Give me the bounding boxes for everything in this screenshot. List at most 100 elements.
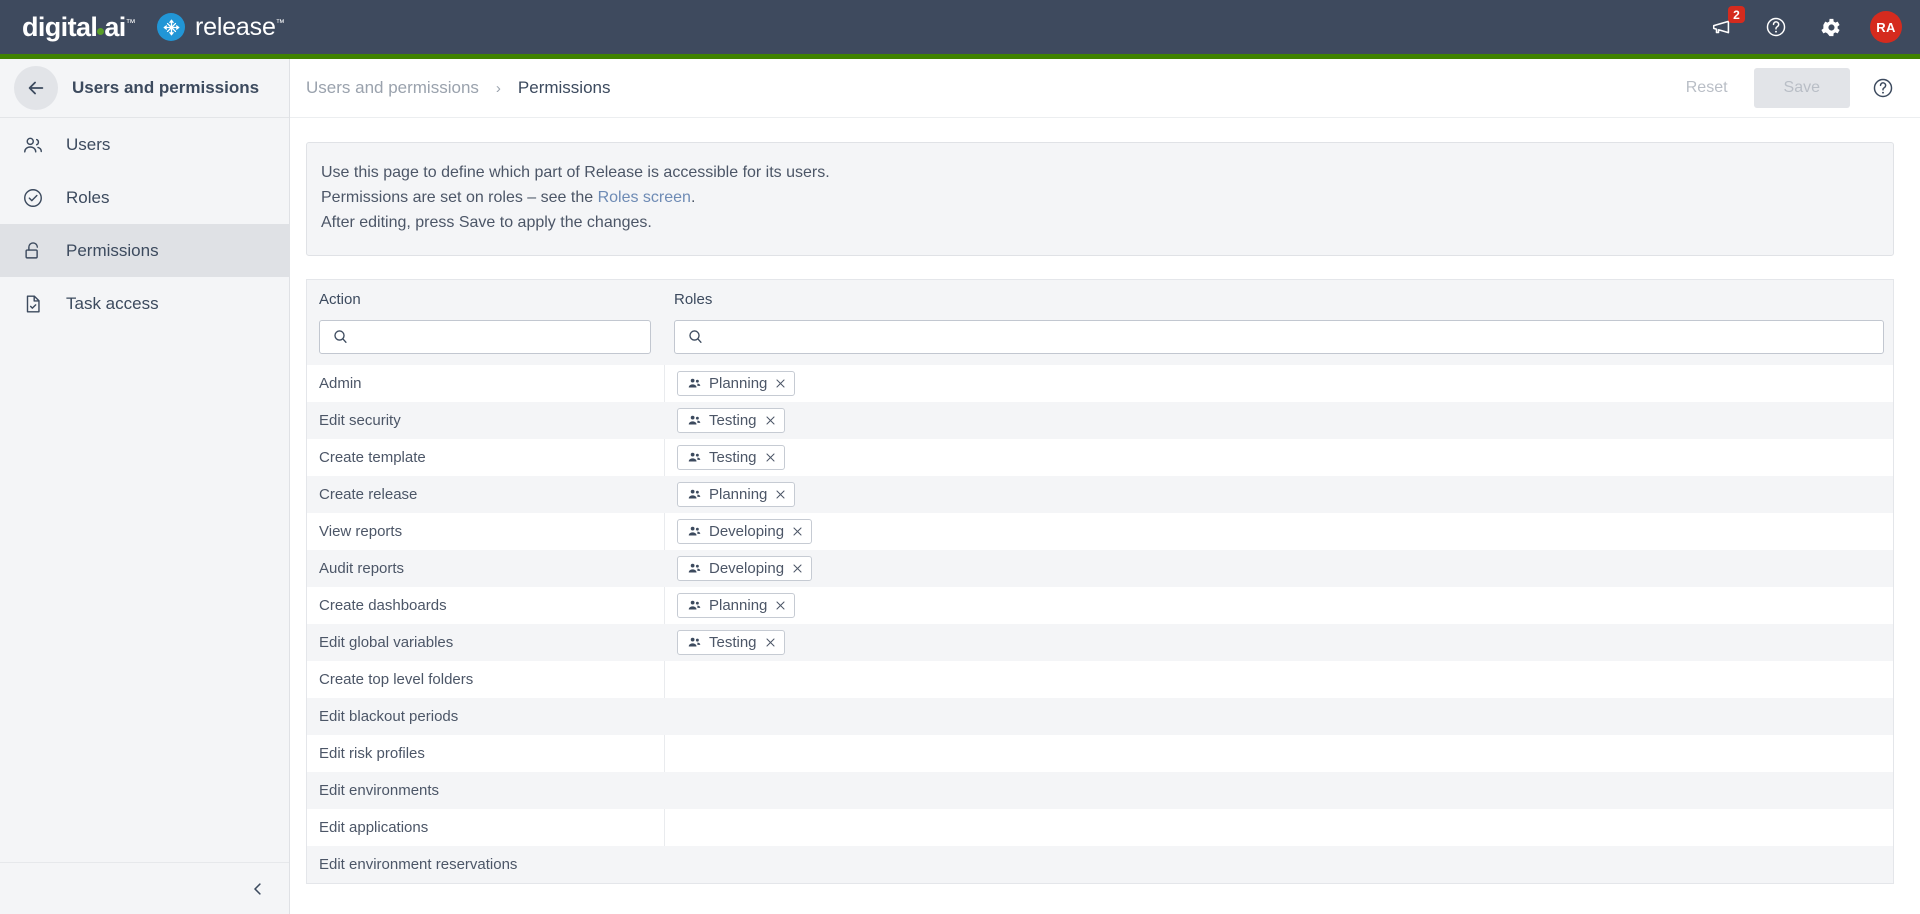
sidebar-collapse-button[interactable]	[0, 862, 289, 914]
brand-dot	[97, 27, 105, 35]
sidebar-item-roles[interactable]: Roles	[0, 171, 289, 224]
header-actions: Reset Save	[1664, 68, 1894, 108]
breadcrumb-separator-icon: ›	[495, 79, 501, 97]
role-chip: Testing	[677, 407, 785, 433]
sidebar-item-task-access[interactable]: Task access	[0, 277, 289, 330]
cell-roles[interactable]	[665, 772, 1893, 809]
brand-logo[interactable]: digital ai™ release™	[0, 12, 285, 43]
cell-roles[interactable]: Planning	[665, 587, 1893, 624]
table-row: Create template Testing	[307, 438, 1893, 476]
sidebar-item-permissions[interactable]: Permissions	[0, 224, 289, 277]
cell-roles[interactable]	[665, 846, 1893, 883]
cell-action: Admin	[307, 364, 665, 402]
group-icon	[687, 450, 702, 465]
role-chip-label: Developing	[709, 522, 785, 540]
role-chip: Planning	[677, 592, 796, 618]
filter-cell-roles	[665, 319, 1893, 354]
file-check-icon	[22, 293, 50, 315]
cell-action: Create template	[307, 438, 665, 476]
cell-roles[interactable]: Planning	[665, 365, 1893, 402]
group-icon	[687, 376, 702, 391]
save-button[interactable]: Save	[1753, 68, 1850, 108]
role-chip: Planning	[677, 481, 796, 507]
cell-roles[interactable]: Testing	[665, 402, 1893, 439]
close-icon[interactable]	[791, 562, 804, 575]
role-chip-label: Planning	[709, 596, 768, 614]
table-row: Create top level folders	[307, 660, 1893, 698]
table-row: View reports Developing	[307, 512, 1893, 550]
page-help-icon[interactable]	[1872, 77, 1894, 99]
navbar-actions: 2 RA	[1708, 6, 1920, 43]
page-header: Users and permissions › Permissions Rese…	[290, 59, 1920, 118]
breadcrumb-current: Permissions	[517, 78, 611, 97]
sidebar-title: Users and permissions	[72, 78, 260, 97]
action-search-input[interactable]	[319, 319, 651, 354]
close-icon[interactable]	[764, 451, 777, 464]
check-circle-icon	[22, 187, 50, 209]
chevron-left-icon	[249, 880, 267, 898]
filter-cell-action	[307, 319, 665, 354]
reset-button[interactable]: Reset	[1664, 69, 1750, 107]
cell-roles[interactable]: Testing	[665, 439, 1893, 476]
roles-search-wrap	[674, 319, 1893, 354]
close-icon[interactable]	[791, 525, 804, 538]
top-navbar: digital ai™ release™ 2 RA	[0, 0, 1920, 54]
notifications-button[interactable]: 2	[1708, 6, 1745, 41]
cell-roles[interactable]: Testing	[665, 624, 1893, 661]
table-filter-row	[306, 319, 1894, 365]
table-row: Edit environment reservations	[307, 845, 1893, 883]
cell-roles[interactable]: Developing	[665, 513, 1893, 550]
info-line-3: After editing, press Save to apply the c…	[321, 213, 652, 231]
release-tm: ™	[275, 17, 285, 28]
cell-roles[interactable]	[665, 735, 1893, 772]
help-button[interactable]	[1762, 13, 1790, 41]
lock-icon	[22, 240, 50, 262]
role-chip-label: Developing	[709, 559, 785, 577]
sidebar-item-label-users: Users	[66, 134, 111, 154]
breadcrumb-parent-link[interactable]: Users and permissions	[306, 78, 479, 98]
role-chip-label: Planning	[709, 374, 768, 392]
cell-roles[interactable]	[665, 698, 1893, 735]
cell-action: Edit environment reservations	[319, 855, 518, 873]
notifications-badge: 2	[1728, 6, 1745, 23]
cell-action: Create top level folders	[307, 660, 665, 698]
brand-tm: ™	[125, 17, 136, 29]
breadcrumb: Users and permissions › Permissions	[306, 78, 611, 98]
role-chip-label: Testing	[709, 633, 757, 651]
cell-roles[interactable]: Developing	[665, 550, 1893, 587]
roles-search-input[interactable]	[674, 319, 1884, 354]
cell-roles[interactable]	[665, 661, 1893, 698]
role-chip: Planning	[677, 370, 796, 396]
info-line-2-pre: Permissions are set on roles – see the	[321, 188, 598, 206]
group-icon	[687, 524, 702, 539]
info-line-1: Use this page to define which part of Re…	[321, 164, 830, 181]
cell-roles[interactable]	[665, 809, 1893, 846]
user-avatar[interactable]: RA	[1870, 11, 1902, 43]
cell-action: Edit risk profiles	[307, 734, 665, 772]
sidebar-item-label-roles: Roles	[66, 187, 110, 207]
users-icon	[22, 134, 50, 156]
cell-action: Audit reports	[319, 559, 405, 577]
brand-release-text: release™	[195, 12, 285, 41]
back-button[interactable]	[14, 66, 58, 110]
cell-roles[interactable]: Planning	[665, 476, 1893, 513]
close-icon[interactable]	[774, 377, 787, 390]
close-icon[interactable]	[774, 488, 787, 501]
role-chip: Developing	[677, 555, 813, 581]
settings-button[interactable]	[1816, 13, 1844, 41]
cell-action: Edit environments	[319, 781, 440, 799]
sidebar-item-users[interactable]: Users	[0, 118, 289, 171]
table-row: Audit reports Developing	[307, 549, 1893, 587]
permissions-table: Action Roles Admin Planning Edit securit…	[306, 278, 1894, 884]
role-chip-label: Testing	[709, 411, 757, 429]
roles-screen-link[interactable]: Roles screen	[598, 189, 691, 206]
cell-action: Create release	[319, 485, 418, 503]
sidebar-item-label-permissions: Permissions	[66, 240, 159, 260]
close-icon[interactable]	[764, 636, 777, 649]
role-chip-label: Planning	[709, 485, 768, 503]
close-icon[interactable]	[774, 599, 787, 612]
cell-action: Edit global variables	[319, 633, 454, 651]
group-icon	[687, 635, 702, 650]
sidebar-header: Users and permissions	[0, 59, 289, 118]
close-icon[interactable]	[764, 414, 777, 427]
